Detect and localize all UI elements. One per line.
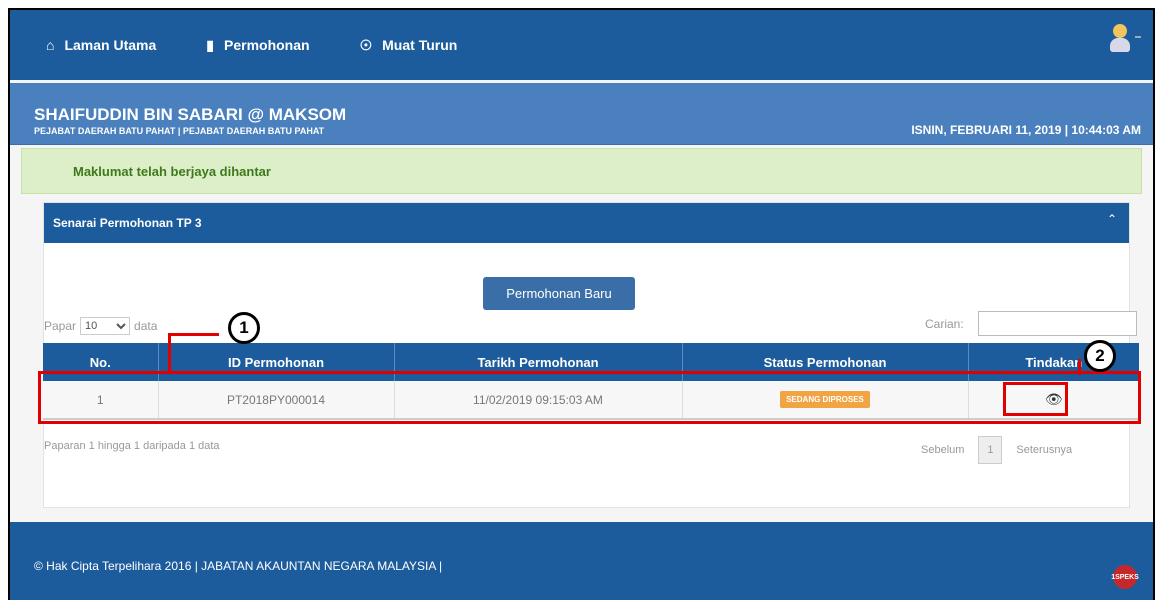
download-icon: ☉ [359,36,373,53]
top-navbar: ⌂ Laman Utama ▮ Permohonan ☉ Muat Turun [10,10,1153,80]
panel-header: Senarai Permohonan TP 3 ⌃ [44,203,1129,243]
book-icon: ▮ [206,36,214,53]
annotation-marker-2: 2 [1084,340,1116,372]
search-input[interactable] [978,311,1137,336]
nav-muat-turun[interactable]: ☉ Muat Turun [360,37,458,54]
user-header: SHAIFUDDIN BIN SABARI @ MAKSOM PEJABAT D… [10,83,1153,145]
user-office: PEJABAT DAERAH BATU PAHAT | PEJABAT DAER… [34,126,325,136]
prev-page-button[interactable]: Sebelum [921,444,964,456]
collapse-icon[interactable]: ⌃ [1107,212,1117,226]
search-label: Carian: [925,317,964,331]
current-datetime: ISNIN, FEBRUARI 11, 2019 | 10:44:03 AM [911,123,1141,137]
annotation-marker-1: 1 [228,312,260,344]
page-length-control: Papar 10 data [44,317,157,335]
pagination: Sebelum 1 Seterusnya [921,436,1072,464]
alert-message: Maklumat telah berjaya dihantar [73,164,271,179]
annotation-row-highlight [38,371,1141,424]
page-length-select[interactable]: 10 [80,317,131,335]
speks-logo: 1SPEKS [1111,565,1139,589]
copyright-text: © Hak Cipta Terpelihara 2016 | JABATAN A… [34,559,443,573]
new-application-button[interactable]: Permohonan Baru [483,277,635,310]
page-number-button[interactable]: 1 [978,436,1003,464]
nav-label: Permohonan [224,37,310,53]
nav-laman-utama[interactable]: ⌂ Laman Utama [46,37,156,53]
footer: © Hak Cipta Terpelihara 2016 | JABATAN A… [10,522,1153,600]
user-avatar-icon[interactable] [1109,24,1141,54]
annotation-box-1 [168,333,219,373]
panel-title: Senarai Permohonan TP 3 [53,216,202,230]
page-length-prefix: Papar [44,319,77,333]
app-window: ⌂ Laman Utama ▮ Permohonan ☉ Muat Turun … [8,8,1155,600]
next-page-button[interactable]: Seterusnya [1016,444,1072,456]
annotation-box-2 [1003,382,1068,416]
nav-permohonan[interactable]: ▮ Permohonan [206,37,309,54]
annotation-connector-2 [1013,359,1081,375]
pagination-info: Paparan 1 hingga 1 daripada 1 data [44,440,220,452]
home-icon: ⌂ [46,37,55,53]
nav-label: Laman Utama [64,37,157,53]
success-alert: Maklumat telah berjaya dihantar [21,148,1142,194]
nav-label: Muat Turun [382,37,458,53]
page-length-suffix: data [134,319,158,333]
user-name: SHAIFUDDIN BIN SABARI @ MAKSOM [34,105,347,124]
